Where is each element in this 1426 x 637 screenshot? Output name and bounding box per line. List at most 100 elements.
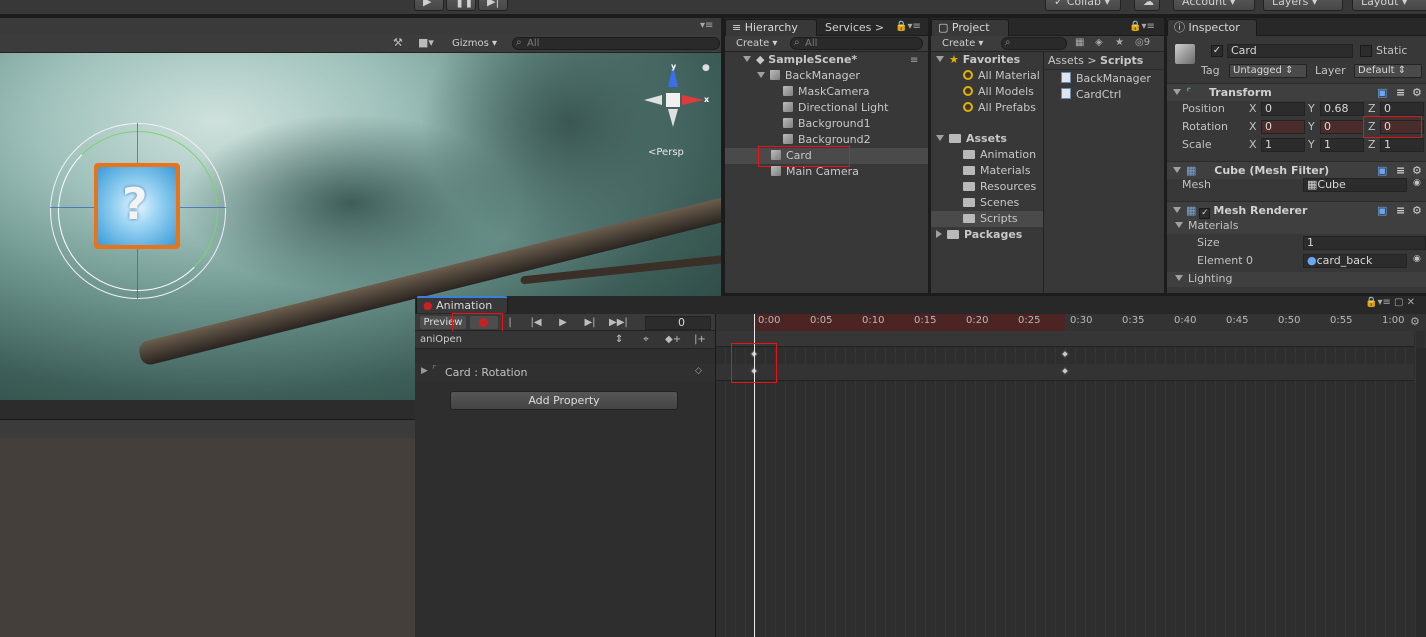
lock-icon[interactable]: ●: [702, 63, 710, 73]
play-anim-icon[interactable]: ▶: [556, 316, 570, 330]
materials-size-field[interactable]: 1: [1303, 236, 1426, 250]
expand-arrow-icon[interactable]: [1175, 275, 1183, 281]
expand-arrow-icon[interactable]: [1173, 89, 1181, 95]
settings-gear-icon[interactable]: ⚙: [1412, 84, 1422, 101]
tab-services[interactable]: Services >: [825, 20, 884, 36]
tab-animation[interactable]: ● Animation: [416, 296, 508, 313]
expand-arrow-icon[interactable]: [757, 72, 765, 78]
filter-label-icon[interactable]: ◈: [1095, 37, 1103, 48]
persp-label[interactable]: <Persp: [648, 147, 684, 158]
expand-arrow-icon[interactable]: [1173, 167, 1181, 173]
scale-z-field[interactable]: 1: [1380, 138, 1424, 152]
hierarchy-create-dropdown[interactable]: Create ▾: [736, 38, 777, 51]
pause-button[interactable]: ❚❚: [446, 0, 476, 11]
mesh-object-field[interactable]: ▦Cube: [1303, 178, 1407, 192]
camera-icon[interactable]: ■▾: [418, 36, 434, 49]
position-x-field[interactable]: 0: [1261, 102, 1305, 116]
panel-menu-icon[interactable]: ▾≡: [700, 20, 713, 31]
fav-all-material[interactable]: All Material: [963, 68, 1040, 84]
tools-icon[interactable]: ⚒: [393, 36, 403, 49]
cloud-button[interactable]: ☁: [1134, 0, 1160, 11]
file-cardctrl[interactable]: CardCtrl: [1061, 87, 1121, 103]
expand-arrow-icon[interactable]: [743, 56, 751, 62]
scale-x-field[interactable]: 1: [1261, 138, 1305, 152]
folder-resources[interactable]: Resources: [963, 179, 1036, 195]
tab-hierarchy[interactable]: ≡ Hierarchy: [725, 19, 817, 36]
help-icon[interactable]: ▣: [1377, 202, 1387, 219]
favorites-header[interactable]: ★ Favorites: [936, 52, 1020, 68]
hierarchy-item-backmanager[interactable]: BackManager: [757, 68, 860, 84]
property-row[interactable]: ▶ ⌜ Card : Rotation ◇: [415, 364, 715, 381]
next-key-icon[interactable]: ▶|: [583, 316, 597, 330]
hierarchy-lock-icon[interactable]: 🔒▾≡: [895, 21, 921, 32]
folder-animation[interactable]: Animation: [963, 147, 1036, 163]
folder-materials[interactable]: Materials: [963, 163, 1030, 179]
preset-icon[interactable]: ≡: [1396, 162, 1405, 179]
card-object[interactable]: ?: [94, 163, 180, 249]
filter-type-icon[interactable]: ▦: [1075, 37, 1084, 48]
active-checkbox[interactable]: ✓: [1211, 45, 1223, 57]
add-property-button[interactable]: Add Property: [450, 391, 678, 410]
renderer-enabled-checkbox[interactable]: ✓: [1199, 208, 1211, 219]
expand-arrow-icon[interactable]: ▶: [421, 366, 428, 376]
object-picker-icon[interactable]: ◉: [1413, 254, 1421, 264]
favorite-star-icon[interactable]: ★: [1115, 37, 1124, 48]
layers-dropdown[interactable]: Layers ▾: [1263, 0, 1343, 11]
prev-key-icon[interactable]: |◀: [529, 316, 543, 330]
element0-object-field[interactable]: ●card_back: [1303, 254, 1407, 268]
fav-all-models[interactable]: All Models: [963, 84, 1034, 100]
tab-inspector[interactable]: ⓘ Inspector: [1167, 19, 1257, 36]
scale-y-field[interactable]: 1: [1320, 138, 1364, 152]
help-icon[interactable]: ▣: [1377, 162, 1387, 179]
preset-icon[interactable]: ≡: [1396, 84, 1405, 101]
add-keyframe-icon[interactable]: ◆+: [665, 333, 681, 347]
packages-header[interactable]: Packages: [936, 227, 1022, 243]
materials-header[interactable]: Materials: [1167, 219, 1426, 234]
object-name-field[interactable]: Card: [1227, 44, 1353, 58]
animation-window-controls[interactable]: 🔒▾≡ ▢ ✕: [1365, 297, 1415, 308]
gizmos-dropdown[interactable]: Gizmos ▾: [452, 38, 497, 51]
mesh-renderer-header[interactable]: ▦ ✓ Mesh Renderer ▣ ≡ ⚙: [1167, 201, 1426, 219]
preset-icon[interactable]: ≡: [1396, 202, 1405, 219]
filter-selection-icon[interactable]: ⌖: [639, 333, 653, 347]
clip-dropdown[interactable]: aniOpen ⇕: [420, 333, 625, 347]
last-key-icon[interactable]: ▶▶|: [609, 316, 628, 330]
static-checkbox[interactable]: [1360, 45, 1372, 57]
orientation-gizmo[interactable]: y x <Persp: [640, 62, 710, 158]
hidden-packages-icon[interactable]: ◎9: [1135, 37, 1150, 48]
settings-gear-icon[interactable]: ⚙: [1412, 162, 1422, 179]
hierarchy-item-maskcamera[interactable]: MaskCamera: [783, 84, 870, 100]
keyframe-summary-30[interactable]: [1060, 349, 1070, 359]
timeline-settings-gear-icon[interactable]: ⚙: [1410, 315, 1420, 328]
add-event-icon[interactable]: |+: [693, 333, 707, 347]
position-y-field[interactable]: 0.68: [1320, 102, 1364, 116]
folder-scripts[interactable]: Scripts: [963, 211, 1018, 227]
hierarchy-item-directional-light[interactable]: Directional Light: [783, 100, 888, 116]
rotation-x-field[interactable]: 0: [1261, 120, 1305, 134]
tag-dropdown[interactable]: Untagged ⇕: [1229, 64, 1307, 78]
play-button[interactable]: ▶: [414, 0, 444, 11]
folder-scenes[interactable]: Scenes: [963, 195, 1019, 211]
timeline-area[interactable]: 0:00 0:05 0:10 0:15 0:20 0:25 0:30 0:35 …: [716, 314, 1426, 637]
breadcrumb-assets[interactable]: Assets: [1048, 54, 1084, 67]
axis-x-cone[interactable]: [682, 95, 704, 105]
assets-header[interactable]: Assets: [936, 131, 1007, 147]
first-key-icon[interactable]: |◀◀: [503, 316, 518, 342]
timeline-ruler[interactable]: 0:00 0:05 0:10 0:15 0:20 0:25 0:30 0:35 …: [716, 314, 1426, 331]
scene-menu-icon[interactable]: ≡: [910, 55, 918, 66]
collab-button[interactable]: ✓ Collab ▾: [1045, 0, 1121, 11]
help-icon[interactable]: ▣: [1377, 84, 1387, 101]
axis-negx-cone[interactable]: [644, 95, 662, 105]
settings-gear-icon[interactable]: ⚙: [1412, 202, 1422, 219]
layer-dropdown[interactable]: Default ⇕: [1354, 64, 1422, 78]
axis-center-cube[interactable]: [666, 93, 680, 107]
account-dropdown[interactable]: Account ▾: [1173, 0, 1255, 11]
hierarchy-item-main-camera[interactable]: Main Camera: [771, 164, 859, 180]
hierarchy-search-input[interactable]: All: [790, 37, 923, 50]
file-backmanager[interactable]: BackManager: [1061, 71, 1151, 87]
lighting-header[interactable]: Lighting: [1167, 272, 1426, 287]
expand-arrow-icon[interactable]: [1175, 222, 1183, 228]
expand-arrow-icon[interactable]: [936, 56, 944, 62]
keyframe-toggle-icon[interactable]: ◇: [695, 366, 702, 376]
position-z-field[interactable]: 0: [1380, 102, 1424, 116]
